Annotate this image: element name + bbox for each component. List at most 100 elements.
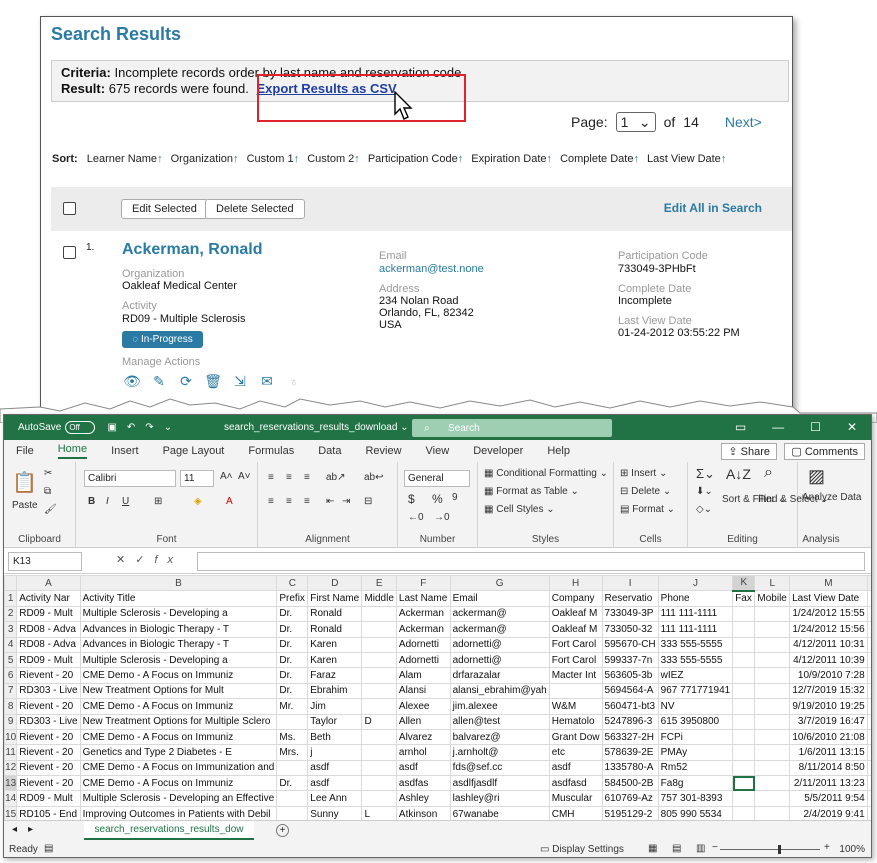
- page-select[interactable]: 1 ⌄: [615, 112, 656, 132]
- cell[interactable]: [866, 744, 871, 761]
- cell[interactable]: ackerman@: [449, 605, 550, 623]
- cell[interactable]: 5/5/2011 9:54: [789, 790, 868, 807]
- cell[interactable]: 1/6/2011 13:15: [789, 744, 868, 761]
- select-all-corner[interactable]: [4, 574, 18, 592]
- cell[interactable]: CME Demo - A Focus on Immuniz: [79, 667, 278, 684]
- cell[interactable]: Advances in Biologic Therapy - T: [79, 621, 278, 638]
- cell[interactable]: Muscular: [548, 790, 603, 807]
- cell[interactable]: [754, 744, 791, 761]
- cell[interactable]: Dr.: [276, 651, 309, 669]
- cell[interactable]: adornetti@: [449, 636, 550, 653]
- cell[interactable]: D: [361, 713, 397, 730]
- undo-icon[interactable]: ↶: [127, 422, 135, 433]
- column-header[interactable]: F: [395, 574, 451, 592]
- cell[interactable]: [276, 790, 309, 807]
- cell[interactable]: Dr.: [276, 775, 309, 792]
- cell[interactable]: balvarez@: [449, 728, 550, 746]
- cell[interactable]: Karen: [307, 651, 363, 669]
- cell[interactable]: 111 111-1111: [657, 605, 734, 623]
- add-sheet-icon[interactable]: +: [276, 824, 289, 837]
- cell[interactable]: [866, 790, 871, 807]
- cell[interactable]: Phone: [657, 590, 734, 607]
- autosum-icon[interactable]: Σ⌄: [696, 466, 715, 482]
- cell[interactable]: 3/7/2019 16:47: [789, 713, 868, 730]
- cell[interactable]: Multiple Sclerosis - Developing an Effec…: [79, 790, 278, 807]
- cell[interactable]: asdf: [548, 759, 603, 777]
- cell[interactable]: [548, 682, 603, 700]
- cell[interactable]: Jim: [307, 698, 363, 715]
- cell[interactable]: Allen: [395, 713, 451, 730]
- cell[interactable]: 10/6/2010 21:08: [789, 728, 868, 746]
- cell[interactable]: fds@sef.cc: [449, 759, 550, 777]
- cell[interactable]: asdf: [307, 775, 363, 792]
- row-header[interactable]: 2: [4, 605, 18, 623]
- insert-cells-button[interactable]: ⊞ Insert ⌄: [620, 468, 667, 479]
- find-icon[interactable]: ⌕: [764, 464, 773, 482]
- cell[interactable]: ackerman@: [449, 621, 550, 638]
- next-page-link[interactable]: Next>: [725, 114, 762, 130]
- ribbon-display-icon[interactable]: ▭: [735, 420, 746, 434]
- cell[interactable]: RD303 - Live: [16, 682, 81, 700]
- cell[interactable]: [361, 605, 397, 623]
- email-link[interactable]: ackerman@test.none: [379, 263, 484, 275]
- cell[interactable]: W&M: [548, 698, 603, 715]
- record-name-link[interactable]: Ackerman, Ronald: [122, 241, 262, 259]
- column-header[interactable]: B: [79, 574, 278, 592]
- cell[interactable]: [754, 698, 791, 715]
- cell[interactable]: [866, 667, 871, 684]
- column-header[interactable]: D: [307, 574, 363, 592]
- cell[interactable]: 1/24/2012 15:56: [789, 621, 868, 638]
- cell[interactable]: j: [307, 744, 363, 761]
- cell[interactable]: [732, 759, 756, 777]
- cell[interactable]: First Name: [307, 590, 363, 607]
- cell[interactable]: Ms.: [276, 728, 309, 746]
- fill-color-icon[interactable]: ◈: [194, 496, 202, 507]
- cell[interactable]: Dr.: [276, 636, 309, 653]
- cell[interactable]: Dr.: [276, 621, 309, 638]
- cell[interactable]: Hematolo: [548, 713, 603, 730]
- cell[interactable]: Middle: [361, 590, 397, 607]
- align-right-icon[interactable]: ≡: [304, 496, 310, 507]
- cell[interactable]: [866, 590, 871, 607]
- tab-help[interactable]: Help: [547, 445, 570, 457]
- cell[interactable]: Beth: [307, 728, 363, 746]
- cell[interactable]: New Treatment Options for Mult: [79, 682, 278, 700]
- cell[interactable]: [361, 636, 397, 653]
- cell[interactable]: 12/7/2019 15:32: [789, 682, 868, 700]
- binoculars-icon[interactable]: 👁: [123, 373, 141, 389]
- cell[interactable]: [361, 744, 397, 761]
- cell[interactable]: Rievent - 20: [16, 667, 81, 684]
- sort-complete-date[interactable]: Complete Date↑: [560, 153, 639, 165]
- cell[interactable]: Alam: [395, 667, 451, 684]
- cell[interactable]: Dr.: [276, 667, 309, 684]
- cell[interactable]: 4/12/2011 10:31: [789, 636, 868, 653]
- tab-file[interactable]: File: [16, 445, 34, 457]
- cell[interactable]: Last Name: [395, 590, 451, 607]
- cell[interactable]: 2/11/2011 13:23: [789, 775, 868, 792]
- row-header[interactable]: 12: [4, 759, 18, 777]
- cell[interactable]: Email: [449, 590, 550, 607]
- cell[interactable]: [361, 759, 397, 777]
- column-header[interactable]: I: [601, 574, 659, 592]
- cell[interactable]: Reservatio: [601, 590, 659, 607]
- cell[interactable]: [732, 667, 756, 684]
- cell[interactable]: New Treatment Options for Multiple Scler…: [79, 713, 278, 730]
- cell[interactable]: 1335780-A: [601, 759, 659, 777]
- redo-icon[interactable]: ↷: [145, 422, 153, 433]
- cell[interactable]: Dr.: [276, 605, 309, 623]
- cell[interactable]: [866, 651, 871, 669]
- fx-icon[interactable]: fx: [154, 554, 183, 566]
- orientation-icon[interactable]: ab↗: [326, 472, 346, 483]
- cell[interactable]: Macter Int: [548, 667, 603, 684]
- cell[interactable]: Adornetti: [395, 636, 451, 653]
- cell[interactable]: 595670-CH: [601, 636, 659, 653]
- row-header[interactable]: 10: [4, 728, 18, 746]
- save-icon[interactable]: ▣: [107, 422, 116, 433]
- cell[interactable]: 599337-7n: [601, 651, 659, 669]
- paste-button[interactable]: Paste: [12, 500, 38, 511]
- cell[interactable]: [732, 775, 756, 792]
- cell[interactable]: Mrs.: [276, 744, 309, 761]
- clear-icon[interactable]: ◇⌄: [696, 504, 712, 515]
- cell[interactable]: 560471-bt3: [601, 698, 659, 715]
- cell[interactable]: FCPi: [657, 728, 734, 746]
